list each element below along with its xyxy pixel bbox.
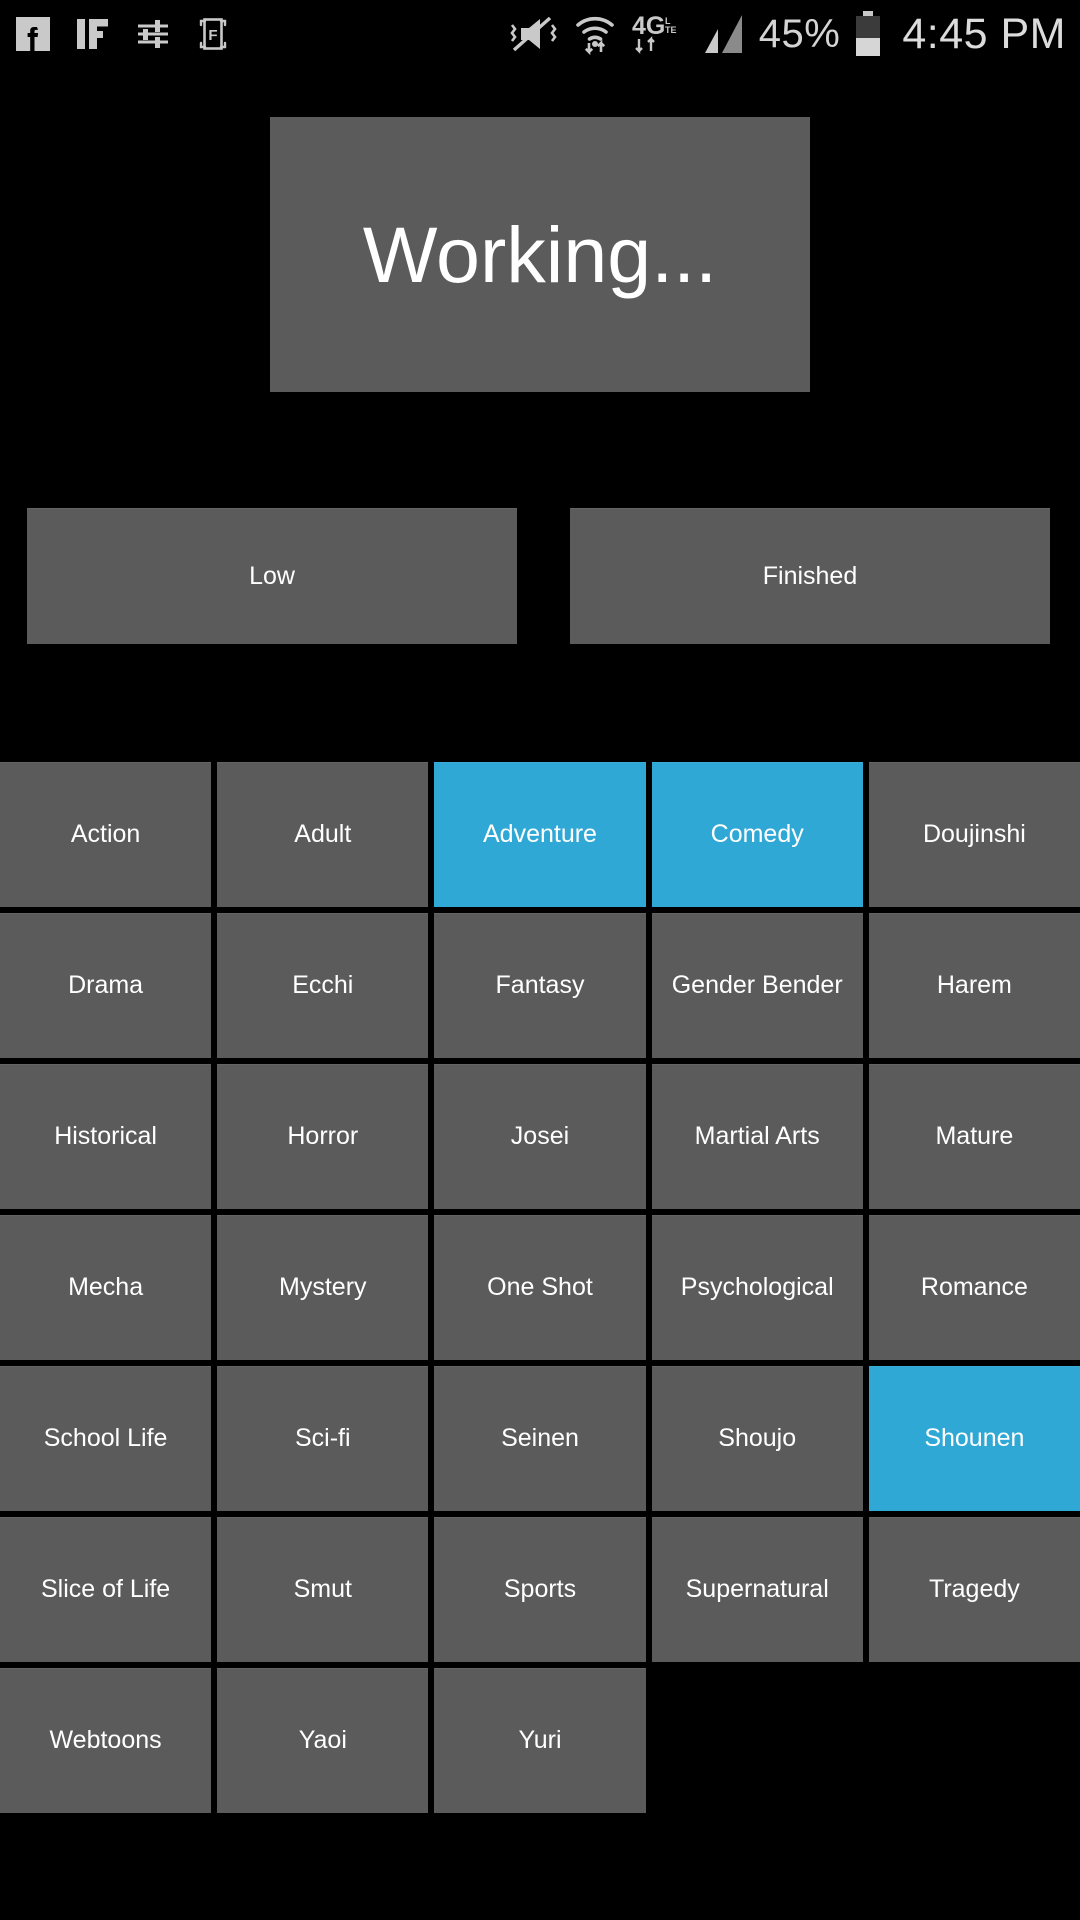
signal-bars-icon bbox=[696, 11, 746, 57]
facebook-icon bbox=[14, 15, 52, 53]
genre-tile[interactable]: Mystery bbox=[217, 1215, 429, 1360]
clock-label: 4:45 PM bbox=[902, 9, 1066, 58]
svg-text:F: F bbox=[208, 27, 217, 44]
genre-tile[interactable]: Sci-fi bbox=[217, 1366, 429, 1511]
rating-filter-button[interactable]: Low bbox=[27, 508, 517, 644]
genre-tile[interactable]: Psychological bbox=[651, 1215, 863, 1360]
genre-tile[interactable]: Fantasy bbox=[434, 913, 646, 1058]
genre-tile[interactable]: Doujinshi bbox=[868, 762, 1080, 907]
genre-tile[interactable]: Josei bbox=[434, 1064, 646, 1209]
genre-grid: Action Adult Adventure Comedy Doujinshi Drama… bbox=[0, 762, 1080, 1813]
app-screen: F 4G L TE 45% 4:45 PM Working... Low Fin… bbox=[0, 0, 1080, 1920]
genre-tile[interactable]: Drama bbox=[0, 913, 212, 1058]
system-status-icons: 4G L TE 45% 4:45 PM bbox=[505, 10, 1066, 58]
genre-tile[interactable]: Supernatural bbox=[651, 1517, 863, 1662]
genre-tile[interactable]: Ecchi bbox=[217, 913, 429, 1058]
genre-tile[interactable]: Slice of Life bbox=[0, 1517, 212, 1662]
genre-tile[interactable]: Yaoi bbox=[217, 1668, 429, 1813]
working-message: Working... bbox=[362, 210, 718, 299]
wifi-icon bbox=[572, 11, 618, 57]
genre-tile[interactable]: Romance bbox=[868, 1215, 1080, 1360]
genre-tile[interactable]: Action bbox=[0, 762, 212, 907]
genre-tile[interactable]: One Shot bbox=[434, 1215, 646, 1360]
svg-text:TE: TE bbox=[665, 25, 677, 35]
genre-tile[interactable]: Shounen bbox=[868, 1366, 1080, 1511]
genre-tile[interactable]: Seinen bbox=[434, 1366, 646, 1511]
genre-tile[interactable]: Horror bbox=[217, 1064, 429, 1209]
battery-icon bbox=[853, 10, 883, 58]
genre-tile[interactable]: Gender Bender bbox=[651, 913, 863, 1058]
genre-tile[interactable]: Martial Arts bbox=[651, 1064, 863, 1209]
genre-tile[interactable]: Smut bbox=[217, 1517, 429, 1662]
genre-tile[interactable]: Shoujo bbox=[651, 1366, 863, 1511]
genre-tile[interactable]: Adult bbox=[217, 762, 429, 907]
genre-tile[interactable]: Comedy bbox=[651, 762, 863, 907]
svg-text:4G: 4G bbox=[632, 12, 665, 40]
genre-tile[interactable]: Webtoons bbox=[0, 1668, 212, 1813]
if-app-icon bbox=[74, 15, 112, 53]
genre-tile[interactable]: Mature bbox=[868, 1064, 1080, 1209]
genre-tile[interactable]: Harem bbox=[868, 913, 1080, 1058]
vibrate-mute-icon bbox=[505, 12, 559, 56]
status-filter-button[interactable]: Finished bbox=[570, 508, 1050, 644]
notification-icons: F bbox=[14, 15, 232, 53]
genre-tile[interactable]: Historical bbox=[0, 1064, 212, 1209]
status-bar: F 4G L TE 45% 4:45 PM bbox=[0, 0, 1080, 68]
f-bracket-app-icon: F bbox=[194, 15, 232, 53]
battery-percent-label: 45% bbox=[758, 12, 841, 56]
genre-tile[interactable]: Sports bbox=[434, 1517, 646, 1662]
genre-tile[interactable]: Tragedy bbox=[868, 1517, 1080, 1662]
genre-tile[interactable]: School Life bbox=[0, 1366, 212, 1511]
genre-tile[interactable]: Yuri bbox=[434, 1668, 646, 1813]
genre-tile[interactable]: Mecha bbox=[0, 1215, 212, 1360]
filter-button-row: Low Finished bbox=[0, 508, 1080, 644]
genre-tile[interactable]: Adventure bbox=[434, 762, 646, 907]
network-4g-lte-icon: 4G L TE bbox=[631, 11, 683, 57]
working-progress-dialog: Working... bbox=[270, 117, 810, 392]
equalizer-sliders-icon bbox=[134, 15, 172, 53]
